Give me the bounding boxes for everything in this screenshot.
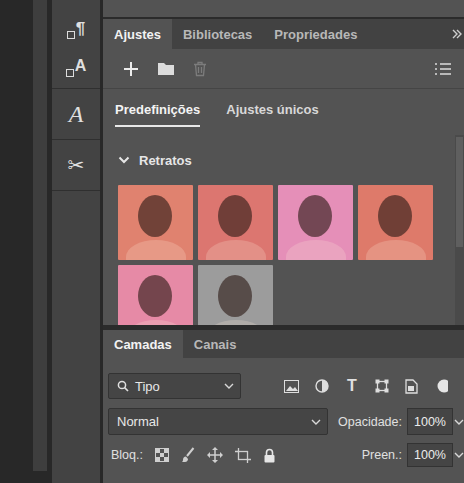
paragraph-box-icon xyxy=(67,31,75,39)
panel-tab[interactable]: Camadas xyxy=(103,330,183,358)
lock-move-icon[interactable] xyxy=(207,447,223,463)
group-header[interactable]: Retratos xyxy=(118,149,455,171)
presets-scrollbar[interactable] xyxy=(455,135,464,325)
subtab[interactable]: Ajustes únicos xyxy=(226,102,318,127)
lock-label: Bloq.: xyxy=(111,448,143,462)
chevron-icon xyxy=(454,418,464,426)
search-icon xyxy=(117,380,129,392)
adjustments-toolbar xyxy=(103,49,464,89)
tool-panel-button[interactable]: ✂ xyxy=(52,140,100,191)
fill-chevron[interactable] xyxy=(453,443,464,467)
panel-icon-strip: ¶ A A ✂ xyxy=(52,0,100,483)
blend-mode-dropdown[interactable]: Normal xyxy=(108,408,328,435)
preset-grid xyxy=(118,185,455,325)
canvas-edge xyxy=(0,0,33,483)
filter-toggle-icon[interactable] xyxy=(434,378,448,394)
folder-icon[interactable] xyxy=(157,61,175,76)
list-view-icon[interactable] xyxy=(434,62,452,76)
panel-tab[interactable]: Bibliotecas xyxy=(172,19,263,49)
trash-icon xyxy=(193,61,207,77)
character-icon: A xyxy=(75,58,87,74)
preset-thumbnail[interactable] xyxy=(198,265,273,325)
fill-field[interactable]: 100% xyxy=(407,443,453,467)
subtab[interactable]: Predefinições xyxy=(115,102,200,127)
preset-thumbnail[interactable] xyxy=(198,185,273,260)
layers-tab-bar: CamadasCanais xyxy=(103,330,464,358)
chevron-icon xyxy=(311,418,321,426)
opacity-label: Opacidade: xyxy=(338,415,402,429)
fill-label: Preen.: xyxy=(362,448,402,462)
adjustment-filter-icon[interactable] xyxy=(315,379,329,393)
panel-tab[interactable]: Canais xyxy=(183,330,248,358)
layers-panel: Tipo T Normal Opacidade: 100% Bloq.: Preen.: 10… xyxy=(103,358,464,483)
panel-tab[interactable]: Ajustes xyxy=(103,19,172,49)
shape-filter-icon[interactable] xyxy=(375,379,389,393)
collapse-icon[interactable] xyxy=(452,28,462,40)
photoshop-workspace: ¶ A A ✂ AjustesBibliotecasPropriedades Predef… xyxy=(0,0,464,483)
chevron-icon xyxy=(118,155,130,165)
filter-dropdown[interactable]: Tipo xyxy=(108,373,241,399)
type-filter-icon[interactable]: T xyxy=(345,377,359,395)
tool-icon: ✂ xyxy=(68,155,85,175)
preset-thumbnail[interactable] xyxy=(358,185,433,260)
chevron-icon xyxy=(224,382,234,390)
character-panel-button[interactable]: A xyxy=(52,50,100,89)
lock-all-icon[interactable] xyxy=(263,448,276,463)
pixel-filter-icon[interactable] xyxy=(284,380,299,393)
glyph-icon: A xyxy=(69,102,84,126)
side-scrollbar[interactable] xyxy=(33,0,47,471)
presets-list: Retratos xyxy=(103,135,464,325)
plus-icon[interactable] xyxy=(123,61,139,77)
lock-artboard-icon[interactable] xyxy=(235,448,251,463)
adjustments-tab-bar: AjustesBibliotecasPropriedades xyxy=(103,19,464,49)
character-box-icon xyxy=(66,69,74,77)
chevron-icon xyxy=(454,451,464,459)
opacity-field[interactable]: 100% xyxy=(407,408,453,435)
paragraph-panel-button[interactable]: ¶ xyxy=(52,12,100,50)
panel-tab[interactable]: Propriedades xyxy=(263,19,368,49)
paragraph-icon: ¶ xyxy=(76,20,85,37)
preset-thumbnail[interactable] xyxy=(118,265,193,325)
adjustments-subtabs: Predefinições Ajustes únicos xyxy=(103,89,464,135)
preset-thumbnail[interactable] xyxy=(278,185,353,260)
glyph-panel-button[interactable]: A xyxy=(52,89,100,140)
lock-transparency-icon[interactable] xyxy=(155,448,169,462)
lock-brush-icon[interactable] xyxy=(181,447,195,463)
preset-thumbnail[interactable] xyxy=(118,185,193,260)
smart-object-filter-icon[interactable] xyxy=(405,379,418,394)
opacity-chevron[interactable] xyxy=(453,408,464,435)
panels-column: AjustesBibliotecasPropriedades Predefiniç… xyxy=(103,0,464,483)
